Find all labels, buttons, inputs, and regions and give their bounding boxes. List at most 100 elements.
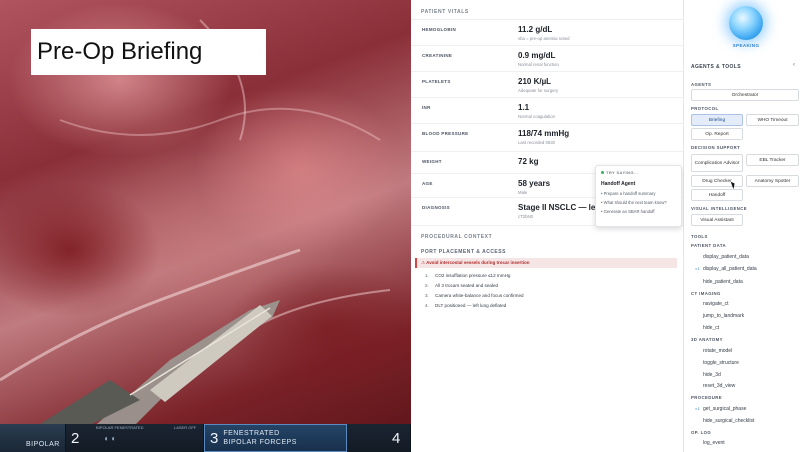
list-item: 3. Camera white-balance and focus confirm… — [425, 293, 524, 303]
vital-label: CREATININE — [422, 53, 453, 58]
tool-get-surgical-phase[interactable]: get_surgical_phase — [703, 406, 746, 412]
warning-text: Avoid intercostal vessels during trocar … — [426, 260, 530, 265]
procedure-steps: 1. CO2 insufflation pressure ≤12 mmHg 2. A… — [425, 273, 524, 313]
agent-visual-assistant-button[interactable]: Visual Assistant — [691, 214, 743, 226]
instrument-2-tiny-label: BIPOLAR FENESTRATED — [96, 425, 144, 430]
suggestion-item[interactable]: • Generate an SBAR handoff — [601, 209, 676, 214]
tool-hide-ct[interactable]: hide_ct — [703, 325, 719, 331]
vital-value: 0.9 mg/dL — [518, 51, 556, 60]
list-item: 4. DLT positioned — left lung deflated — [425, 303, 524, 313]
vital-sub: Adequate for surgery — [518, 88, 559, 93]
instrument-slot-1[interactable]: BIPOLAR — [0, 424, 66, 452]
tool-log-event[interactable]: log_event — [703, 440, 725, 446]
tool-usage-count: ×1 — [695, 406, 700, 411]
tool-display-patient-data[interactable]: display_patient_data — [703, 254, 749, 260]
suggestion-item[interactable]: • Prepare a handoff summary — [601, 191, 676, 196]
agent-anatomy-spotter-button[interactable]: Anatomy Spotter — [746, 175, 799, 187]
agents-label: AGENTS — [691, 82, 712, 87]
step-text: Camera white-balance and focus confirmed — [435, 293, 524, 298]
suggestion-text: Prepare a handoff summary — [603, 191, 656, 196]
tool-hide-patient-data[interactable]: hide_patient_data — [703, 279, 743, 285]
voice-status: SPEAKING — [732, 43, 760, 48]
vital-value: 1.1 — [518, 103, 530, 112]
agent-handoff-button[interactable]: Handoff — [691, 189, 743, 201]
decision-support-label: DECISION SUPPORT — [691, 145, 741, 150]
agent-complication-advisor-button[interactable]: Complication Advisor — [691, 154, 743, 172]
step-text: DLT positioned — left lung deflated — [435, 303, 507, 308]
vital-row: PLATELETS 210 K/µL Adequate for surgery — [411, 72, 683, 98]
vital-sub: vba = pre-op anemia noted — [518, 36, 570, 41]
vital-label: DIAGNOSIS — [422, 205, 450, 210]
tool-group-patient-data: PATIENT DATA — [691, 243, 727, 248]
step-number: 3. — [425, 293, 429, 298]
collapse-icon[interactable]: ‹ — [793, 62, 795, 68]
instrument-4-number: 4 — [392, 429, 401, 447]
instrument-3-label-2: BIPOLAR FORCEPS — [223, 439, 297, 446]
vital-sub: Normal renal function — [518, 62, 559, 67]
vital-row: INR 1.1 Normal coagulation — [411, 98, 683, 124]
vital-sub: Last recorded 0630 — [518, 140, 556, 145]
vital-value: 210 K/µL — [518, 77, 552, 86]
agent-ebl-tracker-button[interactable]: EBL Tracker — [746, 154, 799, 166]
instrument-2-tiny-status: LASER OFF — [174, 425, 197, 430]
tool-group-ct-imaging: CT IMAGING — [691, 291, 721, 296]
agents-tools-header: AGENTS & TOOLS — [691, 64, 741, 70]
step-text: CO2 insufflation pressure ≤12 mmHg — [435, 273, 511, 278]
step-number: 4. — [425, 303, 429, 308]
tool-toggle-structure[interactable]: toggle_structure — [703, 360, 739, 366]
tool-group-3d-anatomy: 3D ANATOMY — [691, 337, 723, 342]
agent-briefing-button[interactable]: Briefing — [691, 114, 743, 126]
tool-rotate-model[interactable]: rotate_model — [703, 348, 732, 354]
voice-orb-icon[interactable] — [729, 6, 763, 40]
try-saying-popup: TRY SAYING... Handoff Agent • Prepare a … — [595, 165, 682, 227]
step-text: All 3 trocars seated and sealed — [435, 283, 499, 288]
vital-value: 11.2 g/dL — [518, 25, 553, 34]
vital-row: CREATININE 0.9 mg/dL Normal renal functi… — [411, 46, 683, 72]
suggestion-text: What should the next team know? — [603, 200, 667, 205]
tool-reset-3d-view[interactable]: reset_3d_view — [703, 383, 735, 389]
vital-value: 58 years — [518, 179, 551, 188]
vital-value: 118/74 mmHg — [518, 129, 570, 138]
popup-title: Handoff Agent — [601, 181, 636, 187]
instrument-3-label-1: FENESTRATED — [223, 430, 280, 437]
vital-row: HEMOGLOBIN 11.2 g/dL vba = pre-op anemia… — [411, 20, 683, 46]
vital-sub: Male — [518, 190, 528, 195]
procedural-context-header: PROCEDURAL CONTEXT — [421, 234, 493, 240]
vital-sub: Normal coagulation — [518, 114, 556, 119]
vitals-header: PATIENT VITALS — [411, 0, 683, 20]
vital-label: BLOOD PRESSURE — [422, 131, 469, 136]
instrument-slot-2[interactable]: 2 BIPOLAR FENESTRATED LASER OFF ◐ ◐ — [66, 424, 204, 452]
list-item: 2. All 3 trocars seated and sealed — [425, 283, 524, 293]
instrument-status-bar: BIPOLAR 2 BIPOLAR FENESTRATED LASER OFF … — [0, 424, 411, 452]
instrument-slot-3[interactable]: 3 FENESTRATED BIPOLAR FORCEPS — [204, 424, 347, 452]
live-dot-icon — [601, 171, 604, 174]
instrument-2-number: 2 — [71, 429, 80, 447]
agent-who-timeout-button[interactable]: WHO Timeout — [746, 114, 799, 126]
tool-jump-to-landmark[interactable]: jump_to_landmark — [703, 313, 744, 319]
agent-orchestrator-button[interactable]: Orchestrator — [691, 89, 799, 101]
protocol-label: PROTOCOL — [691, 106, 719, 111]
suggestion-text: Generate an SBAR handoff — [603, 209, 655, 214]
instrument-1-label: BIPOLAR — [26, 440, 60, 448]
instrument-slot-4[interactable]: 4 — [347, 424, 411, 452]
tool-hide-surgical-checklist[interactable]: hide_surgical_checklist — [703, 418, 754, 424]
suggestion-item[interactable]: • What should the next team know? — [601, 200, 676, 205]
tool-group-op-log: OP. LOG — [691, 430, 712, 435]
vital-value: 72 kg — [518, 157, 539, 166]
tool-navigate-ct[interactable]: navigate_ct — [703, 301, 729, 307]
tools-header: TOOLS — [691, 234, 708, 239]
visual-intelligence-label: VISUAL INTELLIGENCE — [691, 206, 747, 211]
popup-header: TRY SAYING... — [606, 170, 639, 175]
step-number: 1. — [425, 273, 429, 278]
vital-sub: cT2bN0 — [518, 214, 534, 219]
step-number: 2. — [425, 283, 429, 288]
tool-hide-3d[interactable]: hide_3d — [703, 372, 721, 378]
vital-label: AGE — [422, 181, 433, 186]
list-item: 1. CO2 insufflation pressure ≤12 mmHg — [425, 273, 524, 283]
agent-op-report-button[interactable]: Op. Report — [691, 128, 743, 140]
warning-banner: ⚠ Avoid intercostal vessels during troca… — [415, 258, 677, 268]
tool-group-procedure: PROCEDURE — [691, 395, 723, 400]
instrument-2-dial-icon: ◐ ◐ — [104, 433, 117, 443]
instrument-3-number: 3 — [210, 429, 219, 447]
tool-display-all-patient-data[interactable]: display_all_patient_data — [703, 266, 757, 272]
